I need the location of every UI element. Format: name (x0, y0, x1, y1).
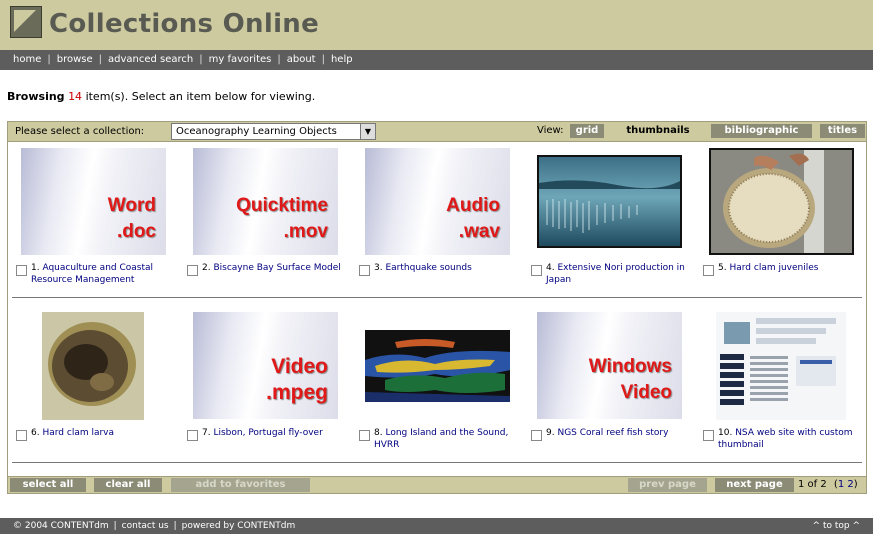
select-all-button[interactable]: select all (10, 478, 86, 492)
item-thumbnail-4[interactable] (537, 155, 682, 248)
nav-separator: | (321, 54, 325, 65)
item-checkbox-3[interactable] (359, 265, 370, 276)
browse-suffix: item(s). Select an item below for viewin… (85, 90, 316, 103)
item-checkbox-9[interactable] (531, 430, 542, 441)
thumb-format-label: Windows Video (588, 356, 672, 403)
item-title-link-10[interactable]: NSA web site with custom thumbnail (718, 428, 853, 450)
browse-count: 14 (68, 90, 83, 103)
item-title-link-2[interactable]: Biscayne Bay Surface Model (213, 263, 340, 273)
item-checkbox-6[interactable] (16, 430, 27, 441)
thumb-format-label: Quicktime .mov (236, 195, 328, 242)
nav-help[interactable]: help (331, 54, 353, 65)
add-to-favorites-button[interactable]: add to favorites (171, 478, 310, 492)
browse-prefix: Browsing (7, 90, 65, 103)
item-title-link-6[interactable]: Hard clam larva (42, 428, 114, 438)
view-titles-button[interactable]: titles (820, 124, 865, 138)
page-link-1[interactable]: 1 (838, 479, 844, 490)
item-caption-2: 2. Biscayne Bay Surface Model (202, 263, 341, 273)
item-caption-3: 3. Earthquake sounds (374, 263, 472, 273)
item-thumbnail-9[interactable]: Windows Video (537, 312, 682, 419)
item-title-link-5[interactable]: Hard clam juveniles (729, 263, 818, 273)
nav-my-favorites[interactable]: my favorites (209, 54, 272, 65)
thumb-format-label: Video .mpeg (266, 355, 328, 404)
clear-all-button[interactable]: clear all (94, 478, 162, 492)
item-thumbnail-5[interactable] (709, 148, 854, 255)
view-thumbnails-button[interactable]: thumbnails (612, 124, 704, 138)
item-thumbnail-10[interactable] (716, 312, 846, 420)
clam-sieve-photo (709, 148, 854, 255)
row-divider (12, 297, 862, 298)
nav-home[interactable]: home (13, 54, 41, 65)
item-checkbox-1[interactable] (16, 265, 27, 276)
nav-about[interactable]: about (287, 54, 316, 65)
collections-logo-icon (10, 6, 42, 38)
nav-bar: home | browse | advanced search | my favorites… (0, 50, 873, 70)
item-checkbox-2[interactable] (187, 265, 198, 276)
item-title-link-7[interactable]: Lisbon, Portugal fly-over (213, 428, 322, 438)
website-screenshot-photo (716, 312, 846, 420)
item-checkbox-7[interactable] (187, 430, 198, 441)
view-grid-button[interactable]: grid (570, 124, 604, 138)
row-divider (12, 462, 862, 463)
item-thumbnail-1[interactable]: Word .doc (21, 148, 166, 255)
thumb-format-label: Word .doc (107, 195, 156, 242)
collection-select-value: Oceanography Learning Objects (176, 126, 337, 137)
collection-toolbar: Please select a collection: Oceanography… (7, 121, 867, 142)
chevron-down-icon[interactable]: ▼ (360, 124, 375, 139)
satellite-map-photo (365, 330, 510, 402)
item-caption-4: 4. Extensive Nori production in Japan (546, 263, 685, 285)
item-title-link-8[interactable]: Long Island and the Sound, HVRR (374, 428, 508, 450)
nav-separator: | (199, 54, 203, 65)
app-title: Collections Online (49, 9, 320, 39)
item-thumbnail-7[interactable]: Video .mpeg (193, 312, 338, 419)
item-caption-1: 1. Aquaculture and Coastal Resource Mana… (31, 263, 154, 285)
header: Collections Online (0, 0, 873, 50)
item-checkbox-10[interactable] (703, 430, 714, 441)
footer-copyright: © 2004 CONTENTdm (13, 521, 109, 531)
nori-farm-photo (537, 155, 682, 248)
nav-advanced-search[interactable]: advanced search (108, 54, 193, 65)
clam-larva-photo (42, 312, 144, 420)
footer-to-top-link[interactable]: ^ to top ^ (813, 518, 860, 534)
item-caption-8: 8. Long Island and the Sound, HVRR (374, 428, 509, 450)
item-title-link-9[interactable]: NGS Coral reef fish story (557, 428, 668, 438)
item-thumbnail-8[interactable] (365, 330, 510, 402)
item-title-link-4[interactable]: Extensive Nori production in Japan (546, 263, 685, 285)
item-caption-7: 7. Lisbon, Portugal fly-over (202, 428, 323, 438)
footer: © 2004 CONTENTdm | contact us | powered by C… (0, 518, 873, 534)
item-checkbox-8[interactable] (359, 430, 370, 441)
next-page-button[interactable]: next page (715, 478, 794, 492)
nav-separator: | (47, 54, 51, 65)
view-bibliographic-button[interactable]: bibliographic (711, 124, 812, 138)
nav-browse[interactable]: browse (57, 54, 93, 65)
item-title-link-1[interactable]: Aquaculture and Coastal Resource Managem… (31, 263, 153, 285)
prev-page-button[interactable]: prev page (628, 478, 707, 492)
pagination: 1 of 2 (1 2) (798, 479, 858, 490)
footer-powered-by: powered by CONTENTdm (181, 521, 296, 531)
item-caption-5: 5. Hard clam juveniles (718, 263, 819, 273)
nav-separator: | (277, 54, 281, 65)
page-status: 1 of 2 (798, 479, 827, 490)
browse-status: Browsing 14 item(s). Select an item belo… (7, 90, 315, 103)
thumb-format-label: Audio .wav (446, 195, 500, 242)
nav-separator: | (98, 54, 103, 65)
item-title-link-3[interactable]: Earthquake sounds (385, 263, 471, 273)
collection-select[interactable]: Oceanography Learning Objects ▼ (171, 123, 376, 140)
item-caption-9: 9. NGS Coral reef fish story (546, 428, 669, 438)
item-thumbnail-3[interactable]: Audio .wav (365, 148, 510, 255)
footer-contact-link[interactable]: contact us (122, 521, 169, 531)
item-checkbox-4[interactable] (531, 265, 542, 276)
item-caption-10: 10. NSA web site with custom thumbnail (718, 428, 853, 450)
action-bar: select all clear all add to favorites pr… (7, 476, 867, 494)
view-label: View: (537, 125, 564, 136)
item-checkbox-5[interactable] (703, 265, 714, 276)
item-caption-6: 6. Hard clam larva (31, 428, 115, 438)
item-thumbnail-6[interactable] (42, 312, 144, 420)
item-thumbnail-2[interactable]: Quicktime .mov (193, 148, 338, 255)
collection-label: Please select a collection: (15, 126, 145, 137)
